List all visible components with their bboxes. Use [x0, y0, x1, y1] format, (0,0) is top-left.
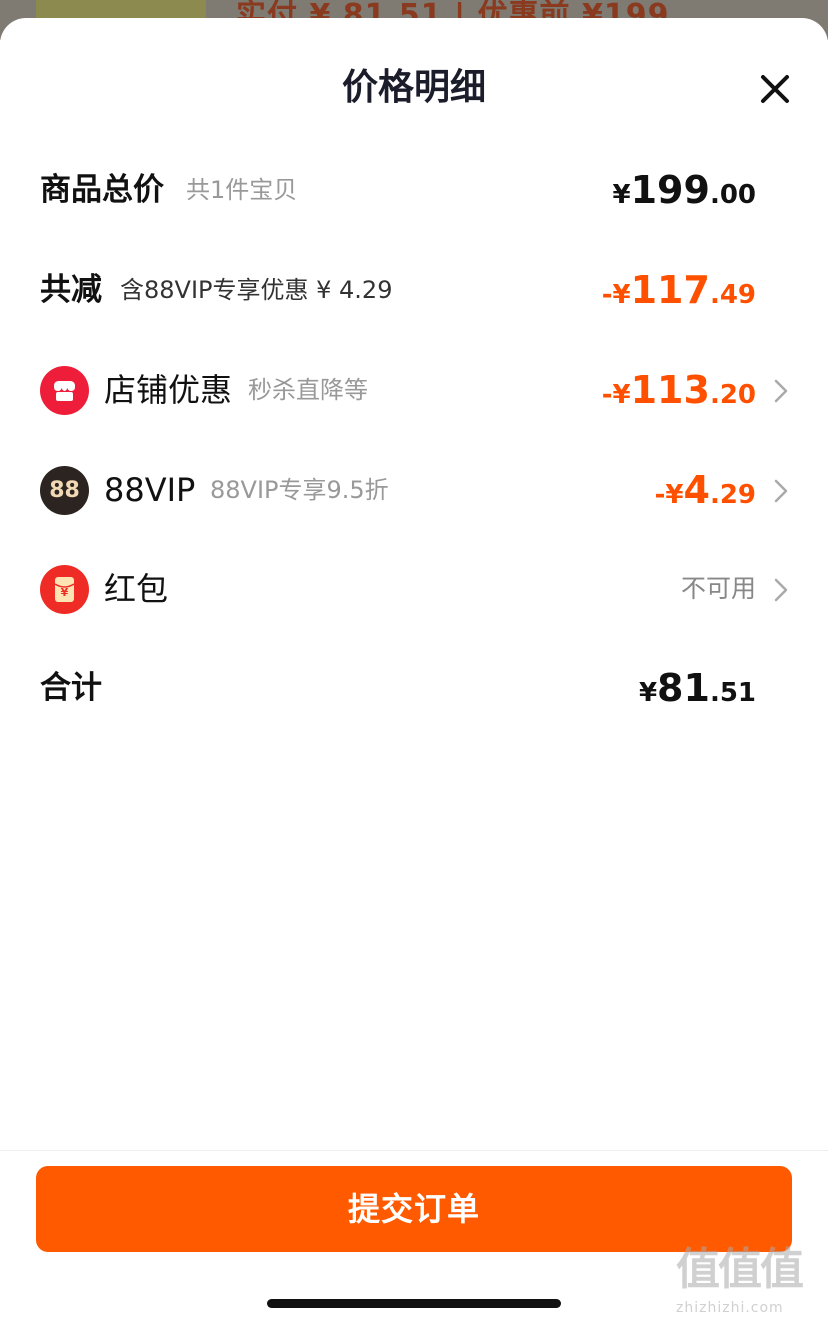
goods-total-amount: ¥199.00 [612, 168, 756, 212]
grand-total-label: 合计 [40, 670, 102, 706]
vip-label: 88VIP [104, 471, 196, 509]
home-indicator [267, 1299, 561, 1308]
site-watermark: 值值值 zhizhizhi.com [676, 1240, 826, 1322]
vip-discount-row[interactable]: 88 88VIP 88VIP专享9.5折 -¥4.29 [0, 460, 828, 520]
red-packet-icon: ¥ [40, 565, 89, 614]
red-packet-symbol: ¥ [60, 586, 69, 599]
shop-icon [40, 366, 89, 415]
grand-total-row: 合计 ¥81.51 [0, 658, 828, 718]
total-discount-label: 共减 [40, 272, 102, 308]
goods-total-row: 商品总价 共1件宝贝 ¥199.00 [0, 160, 828, 220]
total-discount-amount: -¥117.49 [601, 268, 756, 312]
shop-discount-desc: 秒杀直降等 [248, 376, 368, 404]
price-detail-sheet: 价格明细 商品总价 共1件宝贝 ¥199.00 共减 含88VIP专享优惠 ¥ … [0, 18, 828, 1326]
vip-badge-icon: 88 [40, 466, 89, 515]
watermark-logo: 值值值 [676, 1244, 804, 1295]
close-icon [761, 75, 789, 103]
vip-included-text: 含88VIP专享优惠 ¥ 4.29 [120, 276, 393, 304]
vip-badge-text: 88 [49, 478, 80, 503]
shop-discount-amount: -¥113.20 [601, 368, 756, 412]
shop-discount-label: 店铺优惠 [104, 371, 233, 409]
sheet-title: 价格明细 [341, 67, 486, 108]
chevron-right-icon [774, 578, 788, 602]
shop-discount-row[interactable]: 店铺优惠 秒杀直降等 -¥113.20 [0, 360, 828, 420]
watermark-url: zhizhizhi.com [676, 1300, 784, 1316]
vip-discount-desc: 88VIP专享9.5折 [210, 476, 389, 504]
chevron-right-icon [774, 379, 788, 403]
footer-divider [0, 1150, 828, 1151]
item-count-text: 共1件宝贝 [186, 176, 298, 204]
grand-total-amount: ¥81.51 [638, 666, 756, 710]
vip-discount-amount: -¥4.29 [654, 468, 756, 512]
goods-total-label: 商品总价 [40, 172, 164, 208]
red-packet-row[interactable]: ¥ 红包 不可用 [0, 559, 828, 619]
red-packet-status: 不可用 [680, 574, 756, 603]
red-packet-label: 红包 [104, 570, 169, 608]
total-discount-row: 共减 含88VIP专享优惠 ¥ 4.29 -¥117.49 [0, 260, 828, 320]
close-button[interactable] [756, 70, 794, 108]
chevron-right-icon [774, 479, 788, 503]
